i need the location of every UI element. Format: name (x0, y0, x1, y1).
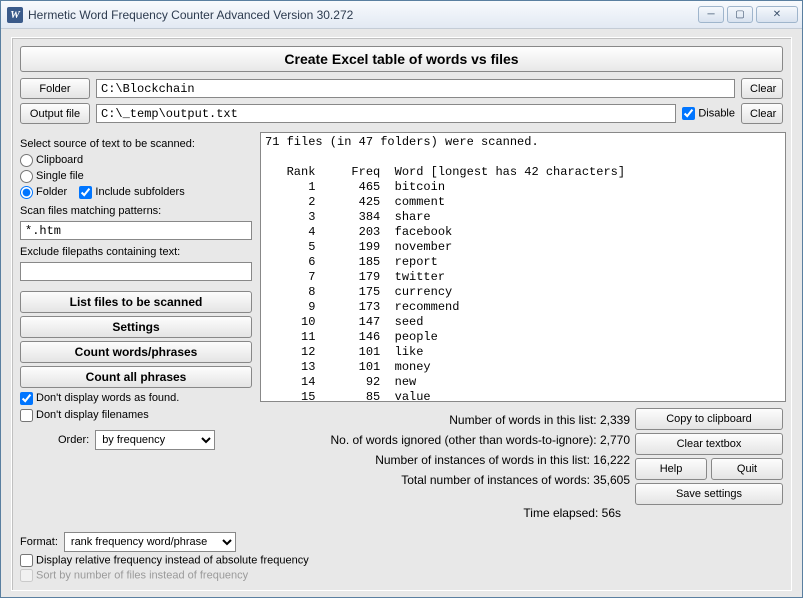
source-label: Select source of text to be scanned: (20, 138, 252, 150)
save-settings-button[interactable]: Save settings (635, 483, 783, 505)
close-icon: ✕ (773, 9, 781, 20)
order-select[interactable]: by frequency (95, 430, 215, 450)
content-area: Create Excel table of words vs files Fol… (1, 29, 802, 597)
app-window: W Hermetic Word Frequency Counter Advanc… (0, 0, 803, 598)
stats-block: Number of words in this list: 2,339 No. … (290, 410, 630, 490)
results-textbox[interactable]: 71 files (in 47 folders) were scanned. R… (260, 132, 786, 402)
main-panel: Create Excel table of words vs files Fol… (11, 37, 792, 591)
scan-patterns-input[interactable] (20, 221, 252, 240)
time-elapsed: Time elapsed: 56s (523, 506, 621, 520)
stat-instances-list: Number of instances of words in this lis… (290, 450, 630, 470)
disable-checkbox-label[interactable]: Disable (682, 107, 735, 120)
output-path-input[interactable] (96, 104, 676, 123)
folder-path-input[interactable] (96, 79, 735, 98)
stat-total-instances: Total number of instances of words: 35,6… (290, 470, 630, 490)
bottom-area: Format: rank frequency word/phrase Displ… (20, 532, 780, 584)
clear-folder-button[interactable]: Clear (741, 78, 783, 99)
count-all-phrases-button[interactable]: Count all phrases (20, 366, 252, 388)
copy-clipboard-button[interactable]: Copy to clipboard (635, 408, 783, 430)
exclude-label: Exclude filepaths containing text: (20, 246, 252, 258)
radio-folder[interactable]: Folder (20, 186, 67, 198)
minimize-button[interactable]: ─ (698, 6, 724, 23)
format-select[interactable]: rank frequency word/phrase (64, 532, 236, 552)
maximize-icon: ▢ (735, 9, 744, 20)
folder-button[interactable]: Folder (20, 78, 90, 99)
maximize-button[interactable]: ▢ (727, 6, 753, 23)
sort-by-files-checkbox: Sort by number of files instead of frequ… (20, 569, 248, 582)
right-buttons: Copy to clipboard Clear textbox Help Qui… (635, 408, 783, 508)
dont-display-filenames-checkbox[interactable]: Don't display filenames (20, 409, 149, 421)
left-column: Select source of text to be scanned: Cli… (20, 132, 252, 454)
format-label: Format: (20, 536, 58, 548)
close-button[interactable]: ✕ (756, 6, 798, 23)
settings-button[interactable]: Settings (20, 316, 252, 338)
include-subfolders-checkbox[interactable]: Include subfolders (79, 186, 184, 198)
minimize-icon: ─ (707, 9, 714, 20)
app-icon: W (7, 7, 23, 23)
clear-output-button[interactable]: Clear (741, 103, 783, 124)
count-words-button[interactable]: Count words/phrases (20, 341, 252, 363)
stat-ignored: No. of words ignored (other than words-t… (290, 430, 630, 450)
list-files-button[interactable]: List files to be scanned (20, 291, 252, 313)
relative-freq-checkbox[interactable]: Display relative frequency instead of ab… (20, 554, 309, 567)
clear-textbox-button[interactable]: Clear textbox (635, 433, 783, 455)
stat-num-words: Number of words in this list: 2,339 (290, 410, 630, 430)
exclude-input[interactable] (20, 262, 252, 281)
scan-patterns-label: Scan files matching patterns: (20, 205, 252, 217)
disable-checkbox[interactable] (682, 107, 695, 120)
window-title: Hermetic Word Frequency Counter Advanced… (28, 8, 353, 22)
titlebar[interactable]: W Hermetic Word Frequency Counter Advanc… (1, 1, 802, 29)
help-button[interactable]: Help (635, 458, 707, 480)
create-excel-button[interactable]: Create Excel table of words vs files (20, 46, 783, 72)
radio-single-file[interactable]: Single file (20, 170, 84, 182)
output-file-button[interactable]: Output file (20, 103, 90, 124)
dont-display-words-checkbox[interactable]: Don't display words as found. (20, 392, 179, 404)
order-label: Order: (58, 434, 89, 446)
quit-button[interactable]: Quit (711, 458, 783, 480)
radio-clipboard[interactable]: Clipboard (20, 154, 83, 166)
